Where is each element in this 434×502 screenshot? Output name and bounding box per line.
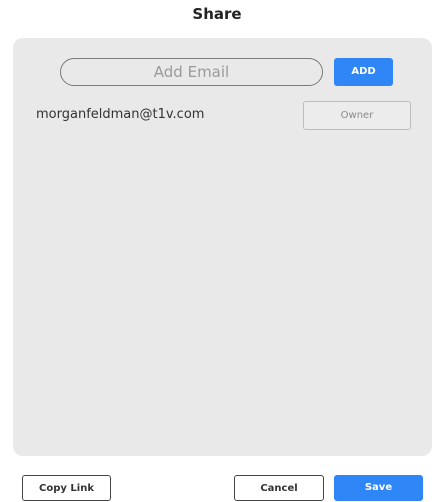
cancel-button[interactable]: Cancel bbox=[234, 475, 324, 501]
save-button[interactable]: Save bbox=[334, 475, 423, 501]
add-email-input[interactable] bbox=[60, 58, 323, 86]
copy-link-button[interactable]: Copy Link bbox=[22, 475, 111, 501]
dialog-title: Share bbox=[192, 5, 242, 23]
member-email: morganfeldman@t1v.com bbox=[36, 107, 205, 122]
member-role-select[interactable]: Owner bbox=[303, 101, 411, 130]
add-email-button[interactable]: ADD bbox=[334, 58, 393, 86]
member-row: morganfeldman@t1v.com Owner bbox=[13, 101, 432, 131]
share-panel: ADD morganfeldman@t1v.com Owner bbox=[13, 38, 432, 456]
